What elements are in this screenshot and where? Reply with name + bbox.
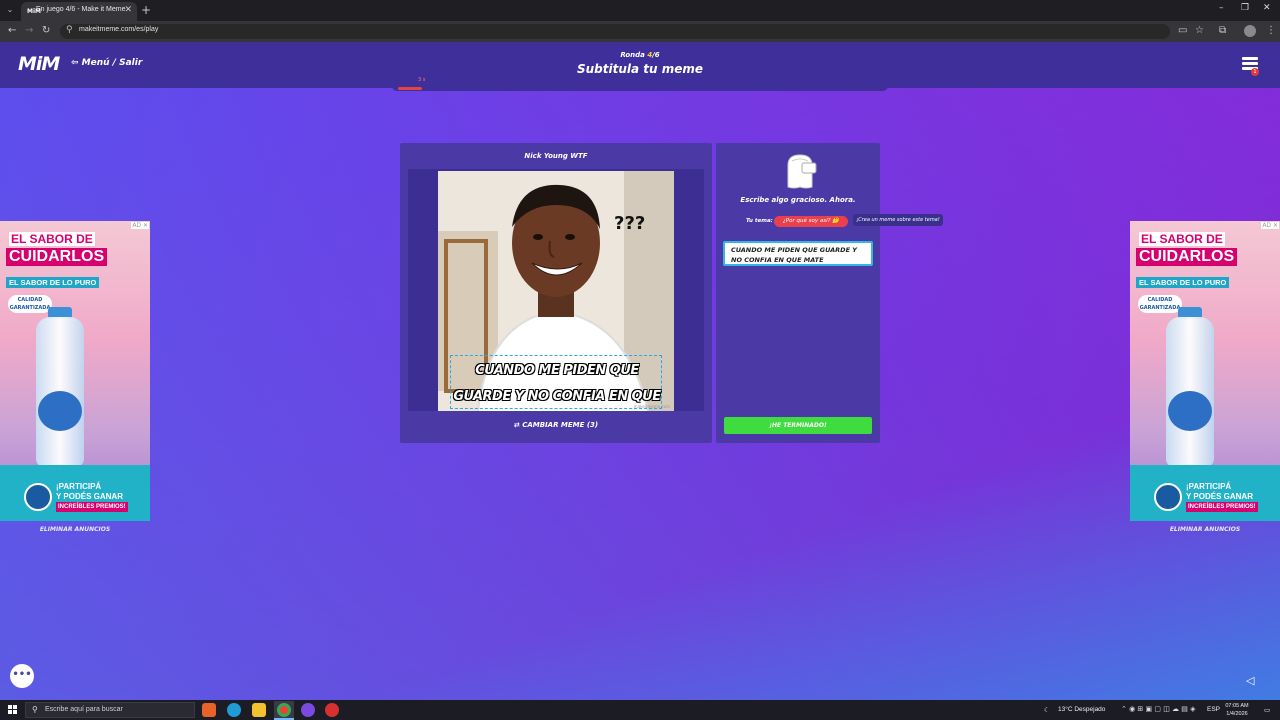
language-indicator[interactable]: ESP bbox=[1207, 706, 1220, 713]
game-page: MiM ⇦ Menú / Salir Ronda 4/6 Subtitula t… bbox=[0, 42, 1280, 700]
meme-overlay-text: ??? bbox=[614, 213, 646, 234]
meme-image: ??? CUANDO ME PIDEN QUE GUARDE Y NO CONF… bbox=[438, 171, 674, 411]
timer-bar-fill bbox=[398, 87, 423, 90]
site-header: MiM ⇦ Menú / Salir Ronda 4/6 Subtitula t… bbox=[0, 42, 1280, 88]
chat-icon[interactable]: ••• bbox=[10, 664, 34, 688]
more-menu-icon[interactable]: ⋮ bbox=[1266, 25, 1276, 36]
meme-watermark: makeitmeme.com bbox=[633, 404, 670, 409]
forward-icon[interactable]: → bbox=[25, 25, 33, 36]
windows-taskbar: ⚲ Escribe aquí para buscar ☾ 13°C Despej… bbox=[0, 700, 1280, 720]
ad-close-icon[interactable]: AD ✕ bbox=[131, 222, 149, 229]
ad-subheadline: EL SABOR DE LO PURO bbox=[6, 277, 100, 288]
chrome-app-icon[interactable] bbox=[277, 703, 291, 717]
meme-caption: CUANDO ME PIDEN QUE GUARDE Y NO CONFIA E… bbox=[453, 363, 661, 404]
bottle-label-graphic bbox=[1168, 391, 1212, 431]
topic-tooltip: ¡Crea un meme sobre este tema! bbox=[853, 214, 943, 226]
new-tab-icon[interactable]: + bbox=[141, 3, 151, 17]
minimize-icon[interactable]: – bbox=[1219, 3, 1224, 13]
maximize-icon[interactable]: ❐ bbox=[1241, 3, 1249, 13]
tab-favicon: MiM bbox=[27, 8, 41, 15]
meme-frame: ??? CUANDO ME PIDEN QUE GUARDE Y NO CONF… bbox=[408, 169, 704, 411]
mascot-icon bbox=[787, 154, 817, 189]
notification-icon[interactable]: ▭ bbox=[1264, 706, 1270, 714]
write-panel: Escribe algo gracioso. Ahora. Tu tema: ¿… bbox=[716, 143, 880, 443]
opera-app-icon[interactable] bbox=[325, 703, 339, 717]
sound-icon[interactable]: ◁ bbox=[1246, 674, 1254, 687]
ad-cta: ¡PARTICIPÁ Y PODÉS GANAR INCREÍBLES PREM… bbox=[56, 482, 128, 512]
ad-headline-1: EL SABOR DE bbox=[1139, 232, 1225, 246]
file-explorer-icon[interactable] bbox=[252, 703, 266, 717]
search-icon: ⚲ bbox=[32, 705, 38, 714]
ad-cta: ¡PARTICIPÁ Y PODÉS GANAR INCREÍBLES PREM… bbox=[1186, 482, 1258, 512]
copilot-app-icon[interactable] bbox=[202, 703, 216, 717]
page-title: Subtitula tu meme bbox=[576, 62, 704, 76]
caption-input[interactable]: CUANDO ME PIDEN QUE GUARDE Y NO CONFIA E… bbox=[723, 241, 873, 266]
tab-search-icon[interactable]: ⌄ bbox=[4, 4, 16, 16]
url-field[interactable]: ⚲ makeitmeme.com/es/play bbox=[60, 24, 1170, 39]
profile-avatar[interactable] bbox=[1244, 25, 1256, 37]
weather-icon[interactable]: ☾ bbox=[1044, 706, 1050, 714]
url-text: makeitmeme.com/es/play bbox=[79, 26, 159, 33]
topic-label: Tu tema: bbox=[746, 218, 773, 224]
taskbar-search-input[interactable]: ⚲ Escribe aquí para buscar bbox=[25, 702, 195, 718]
ad-quality-badge: CALIDAD GARANTIZADA bbox=[1138, 295, 1182, 313]
taskbar-clock[interactable]: 07:05 AM 1/4/2026 bbox=[1222, 702, 1252, 718]
browser-tab-bar: ⌄ MiM En juego 4/6 - Make it Meme ✕ + – … bbox=[0, 0, 1280, 21]
address-bar: ← → ↻ ⚲ makeitmeme.com/es/play ▭ ☆ ⧉ ⋮ bbox=[0, 21, 1280, 42]
browser-tab[interactable]: MiM En juego 4/6 - Make it Meme ✕ bbox=[21, 2, 137, 21]
write-prompt: Escribe algo gracioso. Ahora. bbox=[740, 196, 856, 204]
close-window-icon[interactable]: ✕ bbox=[1263, 3, 1271, 13]
reload-icon[interactable]: ↻ bbox=[42, 25, 50, 36]
meme-panel: Nick Young WTF ??? CUANDO ME PIDEN QUE G… bbox=[400, 143, 712, 443]
windows-start-icon[interactable] bbox=[8, 705, 17, 714]
remove-ads-link[interactable]: ELIMINAR ANUNCIOS bbox=[0, 526, 150, 533]
star-icon[interactable]: ☆ bbox=[1195, 25, 1204, 36]
site-info-icon[interactable]: ⚲ bbox=[66, 25, 73, 35]
ad-subheadline: EL SABOR DE LO PURO bbox=[1136, 277, 1230, 288]
notification-badge: 1 bbox=[1251, 68, 1259, 76]
tab-title: En juego 4/6 - Make it Meme bbox=[36, 6, 126, 13]
remove-ads-link[interactable]: ELIMINAR ANUNCIOS bbox=[1130, 526, 1280, 533]
round-indicator: Ronda 4/6 bbox=[620, 51, 660, 59]
search-placeholder: Escribe aquí para buscar bbox=[45, 706, 123, 713]
caption-area[interactable]: CUANDO ME PIDEN QUE GUARDE Y NO CONFIA E… bbox=[450, 355, 662, 409]
shuffle-icon: ⇄ bbox=[513, 421, 523, 429]
ad-left[interactable]: EL SABOR DE CUIDARLOS EL SABOR DE LO PUR… bbox=[0, 221, 150, 521]
change-meme-button[interactable]: ⇄ CAMBIAR MEME (3) bbox=[400, 421, 712, 429]
weather-text[interactable]: 13°C Despejado bbox=[1058, 706, 1105, 713]
bottle-label-graphic bbox=[38, 391, 82, 431]
extensions-icon[interactable]: ⧉ bbox=[1219, 25, 1226, 36]
ad-headline-1: EL SABOR DE bbox=[9, 232, 95, 246]
ad-close-icon[interactable]: AD ✕ bbox=[1261, 222, 1279, 229]
done-button[interactable]: ¡HE TERMINADO! bbox=[724, 417, 872, 434]
meme-name: Nick Young WTF bbox=[524, 152, 588, 160]
timer-bar bbox=[392, 86, 888, 91]
nestle-logo bbox=[24, 483, 52, 511]
close-icon[interactable]: ✕ bbox=[124, 5, 132, 15]
ad-right[interactable]: EL SABOR DE CUIDARLOS EL SABOR DE LO PUR… bbox=[1130, 221, 1280, 521]
timer-label: 3 s bbox=[418, 77, 426, 83]
tray-icons[interactable]: ⌃ ◉ ⊞ ▣ ▢ ◫ ☁ ▤ ◈ bbox=[1121, 705, 1195, 713]
back-icon[interactable]: ← bbox=[8, 25, 16, 36]
ad-quality-badge: CALIDAD GARANTIZADA bbox=[8, 295, 52, 313]
nestle-logo bbox=[1154, 483, 1182, 511]
topic-pill[interactable]: ¿Por qué soy así? 🤔 bbox=[774, 216, 848, 227]
ad-headline-2: CUIDARLOS bbox=[1136, 248, 1238, 266]
cast-icon[interactable]: ▭ bbox=[1178, 25, 1187, 36]
edge-app-icon[interactable] bbox=[227, 703, 241, 717]
browser-app-icon[interactable] bbox=[301, 703, 315, 717]
ad-headline-2: CUIDARLOS bbox=[6, 248, 108, 266]
